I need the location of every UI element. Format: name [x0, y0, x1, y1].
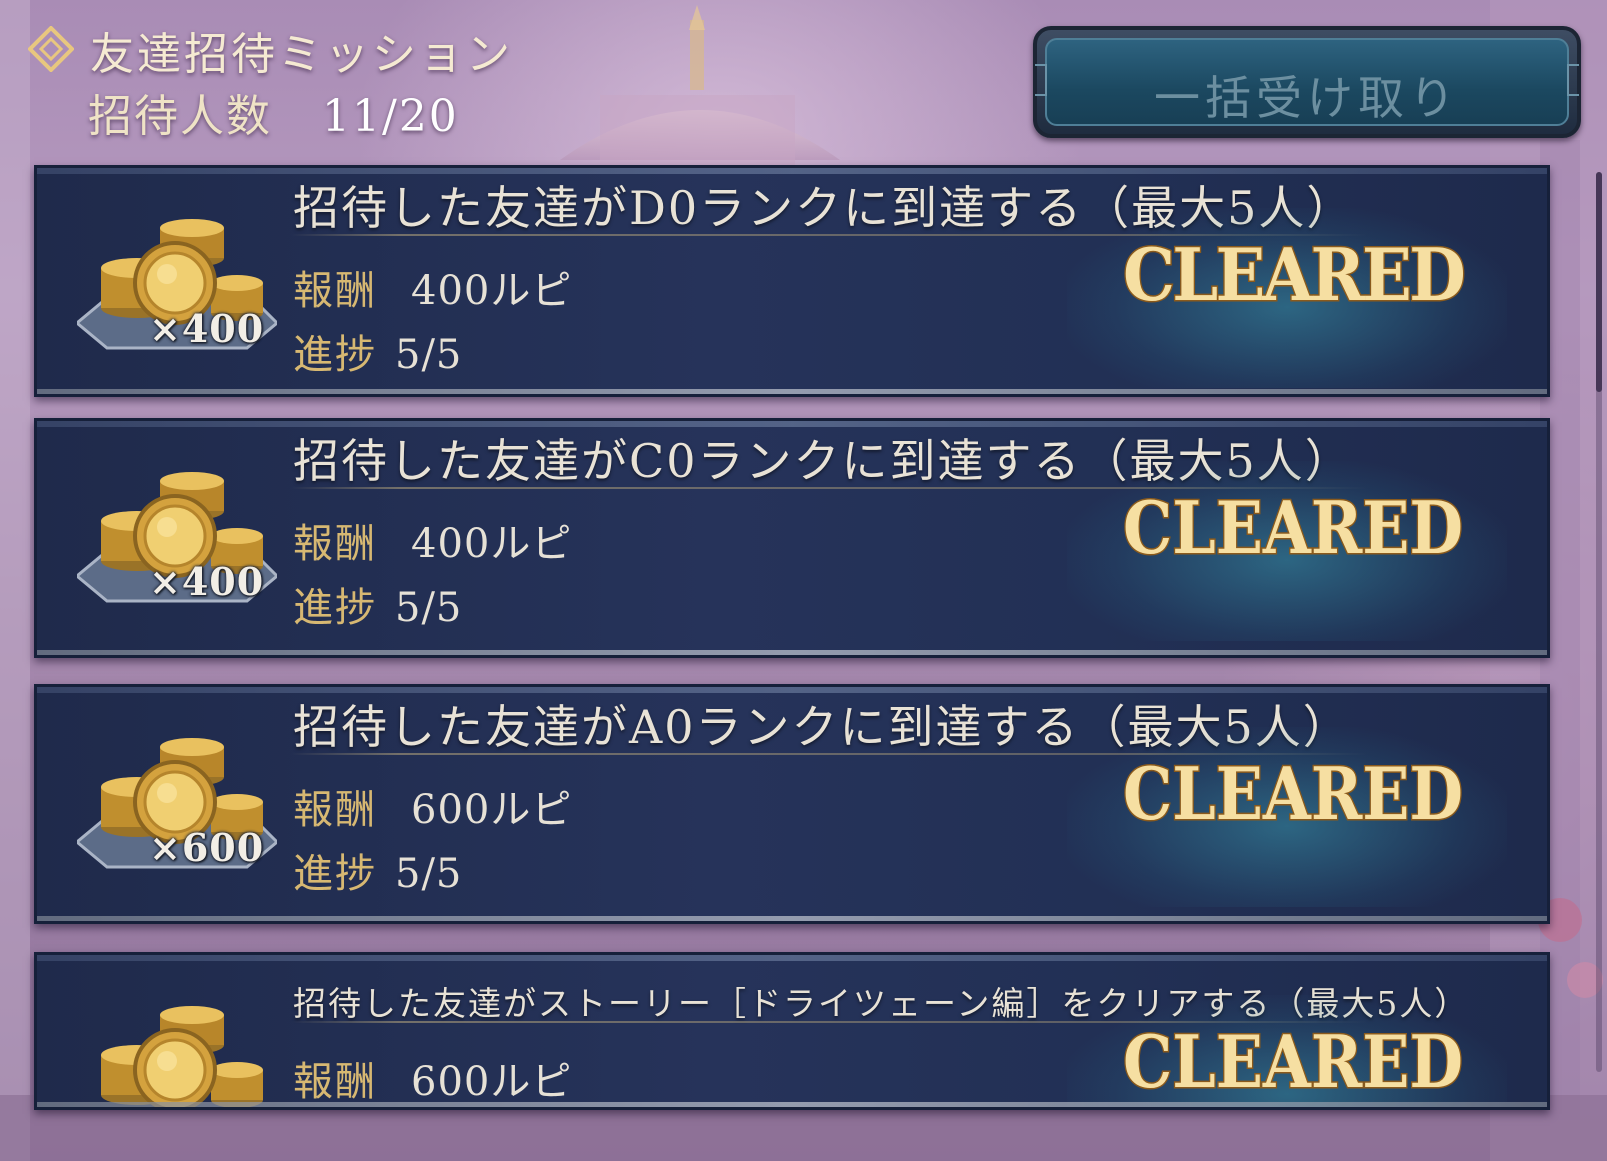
cleared-text: CLEARED [1123, 485, 1463, 570]
reward-row: 報酬 600ルピ [293, 777, 572, 835]
item-quantity: ×400 [149, 559, 265, 604]
reward-label: 報酬 [293, 521, 377, 567]
mission-card[interactable]: ×400 招待した友達がD0ランクに到達する（最大5人） 報酬 400ルピ 進捗 5… [34, 165, 1550, 397]
progress-value: 5/5 [395, 332, 463, 378]
progress-row: 進捗 5/5 [293, 841, 462, 899]
mission-card[interactable]: ×400 招待した友達がC0ランクに到達する（最大5人） 報酬 400ルピ 進捗 5… [34, 418, 1550, 658]
reward-value: 600ルピ [411, 1059, 573, 1105]
cleared-status-badge: CLEARED [1122, 1018, 1465, 1106]
reward-label: 報酬 [293, 268, 377, 314]
reward-label: 報酬 [293, 787, 377, 833]
reward-label: 報酬 [293, 1059, 377, 1105]
mission-card[interactable]: 招待した友達がストーリー［ドライツェーン編］をクリアする（最大5人） 報酬 600… [34, 952, 1550, 1110]
cleared-text: CLEARED [1123, 751, 1463, 836]
reward-row: 報酬 400ルピ [293, 258, 572, 316]
scrollbar[interactable] [1596, 172, 1602, 1072]
reward-value: 600ルピ [411, 787, 573, 833]
cleared-text: CLEARED [1123, 1019, 1463, 1104]
progress-label: 進捗 [293, 332, 377, 378]
item-quantity: ×600 [149, 825, 265, 870]
progress-label: 進捗 [293, 585, 377, 631]
cleared-status-badge: CLEARED [1122, 231, 1469, 319]
mission-list[interactable]: ×400 招待した友達がD0ランクに到達する（最大5人） 報酬 400ルピ 進捗 5… [0, 0, 1607, 1161]
progress-row: 進捗 5/5 [293, 322, 462, 380]
reward-row: 報酬 600ルピ [293, 1049, 572, 1107]
reward-value: 400ルピ [411, 268, 573, 314]
cleared-status-badge: CLEARED [1122, 484, 1465, 572]
reward-value: 400ルピ [411, 521, 573, 567]
cleared-status-badge: CLEARED [1122, 750, 1465, 838]
reward-row: 報酬 400ルピ [293, 511, 572, 569]
progress-row: 進捗 5/5 [293, 575, 462, 633]
mission-card[interactable]: ×600 招待した友達がA0ランクに到達する（最大5人） 報酬 600ルピ 進捗 5… [34, 684, 1550, 924]
gold-coins-icon [101, 1006, 263, 1107]
progress-label: 進捗 [293, 851, 377, 897]
cleared-text: CLEARED [1123, 232, 1464, 317]
item-quantity: ×400 [149, 306, 265, 351]
progress-value: 5/5 [395, 851, 463, 897]
scrollbar-thumb[interactable] [1596, 172, 1602, 392]
progress-value: 5/5 [395, 585, 463, 631]
